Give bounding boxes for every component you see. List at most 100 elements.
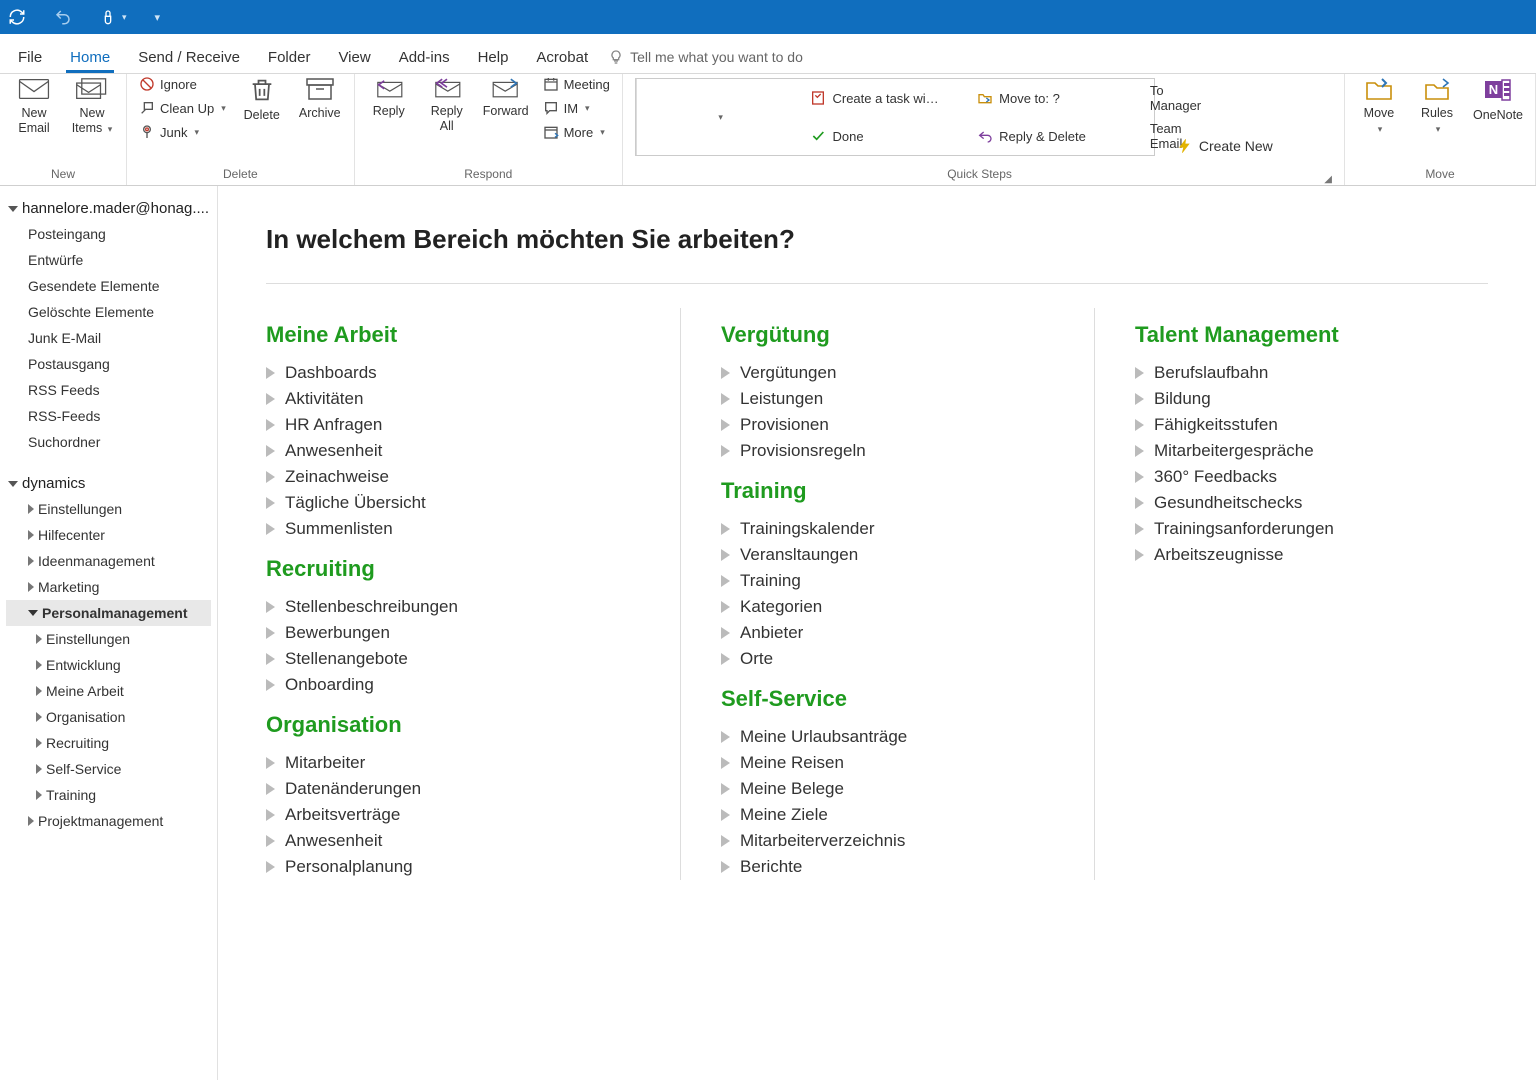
nav-item[interactable]: Projektmanagement [6,808,211,834]
move-button[interactable]: Move▾ [1357,76,1401,136]
cleanup-button[interactable]: Clean Up▾ [139,100,226,116]
mail-folder[interactable]: Suchordner [6,429,211,455]
link-item[interactable]: Training [721,568,1074,594]
tab-addins[interactable]: Add-ins [385,40,464,73]
junk-button[interactable]: Junk▾ [139,124,226,140]
mail-folder[interactable]: Junk E-Mail [6,325,211,351]
mail-folder[interactable]: Posteingang [6,221,211,247]
link-item[interactable]: Personalplanung [266,854,660,880]
tab-help[interactable]: Help [464,40,523,73]
link-item[interactable]: HR Anfragen [266,412,660,438]
link-item[interactable]: 360° Feedbacks [1135,464,1488,490]
link-item[interactable]: Kategorien [721,594,1074,620]
link-item[interactable]: Mitarbeiter [266,750,660,776]
link-item[interactable]: Anbieter [721,620,1074,646]
undo-button[interactable] [54,8,72,26]
link-item[interactable]: Meine Belege [721,776,1074,802]
dynamics-header[interactable]: dynamics [6,471,211,496]
tell-me-search[interactable]: Tell me what you want to do [608,49,803,73]
link-item[interactable]: Berichte [721,854,1074,880]
account-header[interactable]: hannelore.mader@honag.... [6,196,211,221]
more-respond-button[interactable]: More▾ [543,124,610,140]
link-item[interactable]: Datenänderungen [266,776,660,802]
link-item[interactable]: Anwesenheit [266,438,660,464]
link-item[interactable]: Orte [721,646,1074,672]
tab-sendreceive[interactable]: Send / Receive [124,40,254,73]
mail-folder[interactable]: Entwürfe [6,247,211,273]
link-item[interactable]: Arbeitszeugnisse [1135,542,1488,568]
tab-view[interactable]: View [324,40,384,73]
link-item[interactable]: Fähigkeitsstufen [1135,412,1488,438]
link-item[interactable]: Gesundheitschecks [1135,490,1488,516]
link-item[interactable]: Meine Ziele [721,802,1074,828]
rules-button[interactable]: Rules▾ [1415,76,1459,136]
link-item[interactable]: Trainingskalender [721,516,1074,542]
new-items-button[interactable]: New Items ▾ [70,76,114,136]
forward-button[interactable]: Forward [483,76,529,119]
qs-reply-delete[interactable]: Reply & Delete [969,117,1136,155]
touch-mouse-mode-button[interactable]: ▾ [100,8,127,26]
link-item[interactable]: Anwesenheit [266,828,660,854]
reply-button[interactable]: Reply [367,76,411,119]
link-item[interactable]: Zeinachweise [266,464,660,490]
sync-button[interactable] [8,8,26,26]
link-item[interactable]: Bewerbungen [266,620,660,646]
link-item[interactable]: Onboarding [266,672,660,698]
tab-home[interactable]: Home [56,40,124,73]
ignore-button[interactable]: Ignore [139,76,226,92]
meeting-button[interactable]: Meeting [543,76,610,92]
nav-subitem[interactable]: Meine Arbeit [6,678,211,704]
im-button[interactable]: IM▾ [543,100,610,116]
qs-create-new[interactable]: Create New [1169,138,1281,160]
quicksteps-launcher[interactable]: ◢ [1324,174,1332,185]
link-item[interactable]: Stellenbeschreibungen [266,594,660,620]
nav-subitem[interactable]: Recruiting [6,730,211,756]
delete-button[interactable]: Delete [240,76,284,123]
tab-folder[interactable]: Folder [254,40,325,73]
tab-file[interactable]: File [4,40,56,73]
link-item[interactable]: Leistungen [721,386,1074,412]
onenote-button[interactable]: N OneNote [1473,76,1523,123]
nav-subitem[interactable]: Einstellungen [6,626,211,652]
link-item[interactable]: Mitarbeiterverzeichnis [721,828,1074,854]
link-item[interactable]: Summenlisten [266,516,660,542]
nav-subitem[interactable]: Training [6,782,211,808]
link-item[interactable]: Dashboards [266,360,660,386]
nav-subitem[interactable]: Self-Service [6,756,211,782]
mail-folder[interactable]: Postausgang [6,351,211,377]
nav-item[interactable]: Einstellungen [6,496,211,522]
mail-folder[interactable]: Gesendete Elemente [6,273,211,299]
link-item[interactable]: Stellenangebote [266,646,660,672]
nav-personalmanagement[interactable]: Personalmanagement [6,600,211,626]
qs-expand-button[interactable]: ▾ [636,79,803,155]
link-item[interactable]: Vergütungen [721,360,1074,386]
link-item[interactable]: Provisionen [721,412,1074,438]
link-item[interactable]: Provisionsregeln [721,438,1074,464]
tab-acrobat[interactable]: Acrobat [522,40,602,73]
link-item[interactable]: Mitarbeitergespräche [1135,438,1488,464]
nav-item[interactable]: Marketing [6,574,211,600]
nav-item[interactable]: Ideenmanagement [6,548,211,574]
mail-folder[interactable]: Gelöschte Elemente [6,299,211,325]
link-item[interactable]: Bildung [1135,386,1488,412]
link-item[interactable]: Meine Reisen [721,750,1074,776]
link-item[interactable]: Trainingsanforderungen [1135,516,1488,542]
qs-team-email[interactable]: Team Email [1136,117,1154,155]
nav-item[interactable]: Hilfecenter [6,522,211,548]
archive-button[interactable]: Archive [298,76,342,121]
link-item[interactable]: Aktivitäten [266,386,660,412]
qs-move-to[interactable]: Move to: ? [969,79,1136,117]
qs-done[interactable]: Done [802,117,969,155]
qs-create-task[interactable]: Create a task wi… [802,79,969,117]
link-item[interactable]: Meine Urlaubsanträge [721,724,1074,750]
new-email-button[interactable]: New Email [12,76,56,136]
qs-to-manager[interactable]: To Manager [1136,79,1154,117]
mail-folder[interactable]: RSS-Feeds [6,403,211,429]
link-item[interactable]: Veransltaungen [721,542,1074,568]
link-item[interactable]: Berufslaufbahn [1135,360,1488,386]
reply-all-button[interactable]: Reply All [425,76,469,134]
mail-folder[interactable]: RSS Feeds [6,377,211,403]
link-item[interactable]: Tägliche Übersicht [266,490,660,516]
qat-customize-button[interactable]: ▾ [155,11,161,24]
link-item[interactable]: Arbeitsverträge [266,802,660,828]
